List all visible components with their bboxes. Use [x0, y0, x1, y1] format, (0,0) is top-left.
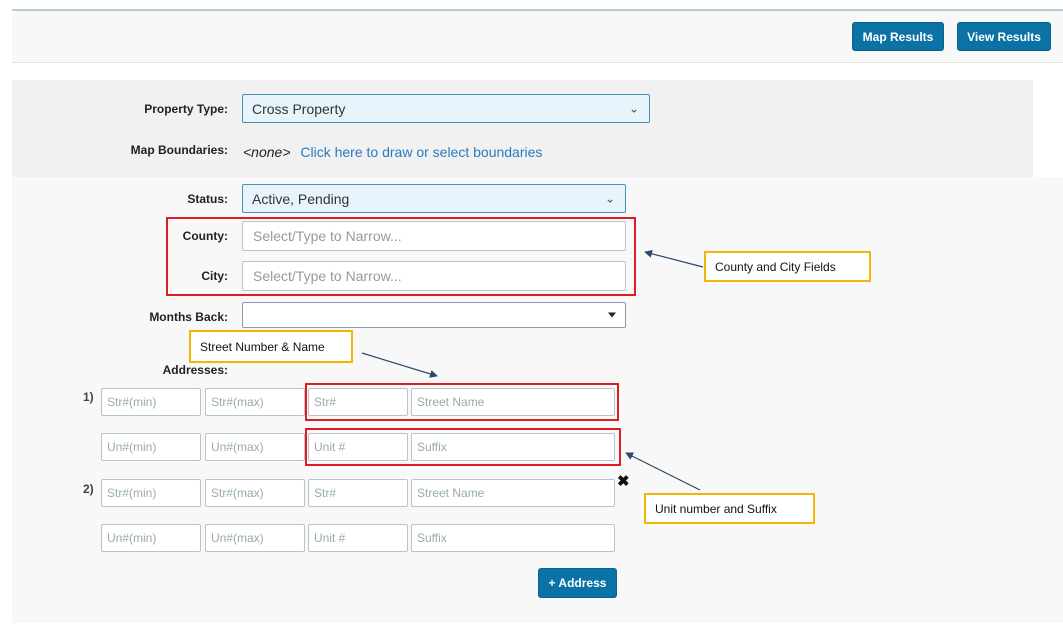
unit-suffix-arrow — [625, 452, 701, 491]
county-city-arrow — [644, 249, 704, 268]
street-arrow — [361, 352, 438, 378]
annotation-arrows — [361, 249, 704, 491]
